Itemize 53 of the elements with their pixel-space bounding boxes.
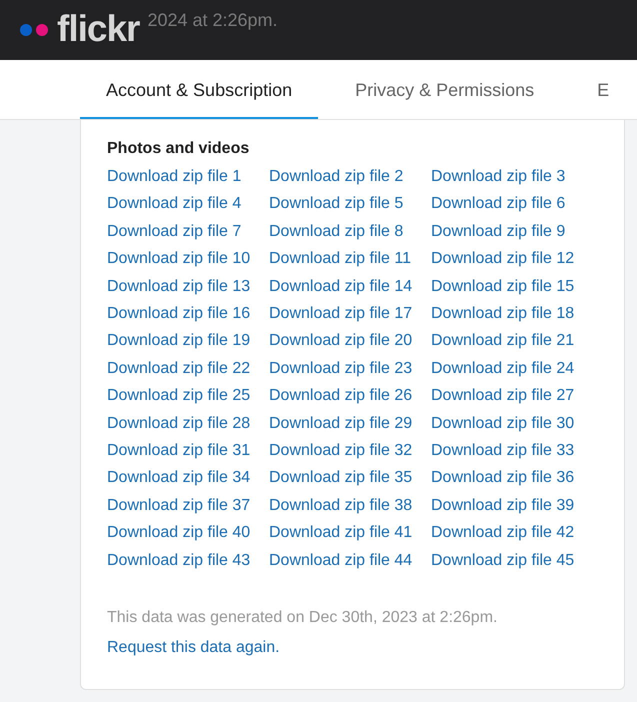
download-link[interactable]: Download zip file 10 — [107, 245, 250, 273]
download-link[interactable]: Download zip file 6 — [431, 190, 566, 218]
download-link[interactable]: Download zip file 25 — [107, 382, 250, 410]
download-link[interactable]: Download zip file 29 — [269, 410, 412, 438]
download-link[interactable]: Download zip file 35 — [269, 464, 412, 492]
download-link[interactable]: Download zip file 39 — [431, 492, 574, 520]
download-link[interactable]: Download zip file 1 — [107, 163, 242, 190]
download-link[interactable]: Download zip file 9 — [431, 218, 566, 246]
download-link[interactable]: Download zip file 45 — [431, 546, 574, 574]
download-link[interactable]: Download zip file 43 — [107, 546, 250, 574]
download-link[interactable]: Download zip file 5 — [269, 190, 404, 218]
download-link[interactable]: Download zip file 42 — [431, 519, 574, 547]
logo[interactable]: flickr — [57, 9, 140, 49]
download-link[interactable]: Download zip file 37 — [107, 492, 250, 520]
download-link[interactable]: Download zip file 22 — [107, 354, 250, 382]
download-link[interactable]: Download zip file 31 — [107, 437, 250, 464]
download-link[interactable]: Download zip file 16 — [107, 300, 250, 328]
download-link[interactable]: Download zip file 17 — [269, 300, 412, 328]
tab[interactable]: Privacy & Permissions — [329, 60, 560, 119]
section-heading: Photos and videos — [107, 139, 250, 159]
download-link[interactable]: Download zip file 12 — [431, 245, 574, 273]
download-link[interactable]: Download zip file 28 — [107, 410, 250, 438]
download-link[interactable]: Download zip file 41 — [269, 519, 412, 547]
download-link[interactable]: Download zip file 13 — [107, 272, 250, 300]
download-link[interactable]: Download zip file 38 — [269, 492, 412, 520]
download-link[interactable]: Download zip file 30 — [431, 410, 574, 438]
tab[interactable]: E — [571, 60, 636, 119]
download-link[interactable]: Download zip file 33 — [431, 437, 574, 464]
download-link[interactable]: Download zip file 34 — [107, 464, 250, 492]
download-link[interactable]: Download zip file 3 — [431, 163, 566, 190]
download-link[interactable]: Download zip file 40 — [107, 519, 250, 547]
download-link[interactable]: Download zip file 44 — [269, 546, 412, 574]
download-link[interactable]: Download zip file 8 — [269, 218, 404, 246]
generated-note: This data was generated on Dec 30th, 2023 at 2:26pm. Request this data again. — [107, 608, 498, 658]
download-link[interactable]: Download zip file 18 — [431, 300, 574, 328]
download-link[interactable]: Download zip file 15 — [431, 272, 574, 300]
download-link[interactable]: Download zip file 21 — [431, 327, 574, 355]
download-link[interactable]: Download zip file 20 — [269, 327, 412, 355]
download-link[interactable]: Download zip file 14 — [269, 272, 412, 300]
download-link[interactable]: Download zip file 4 — [107, 190, 242, 218]
date-text: 2024 at 2:26pm. — [147, 9, 278, 31]
download-link[interactable]: Download zip file 27 — [431, 382, 574, 410]
download-link[interactable]: Download zip file 19 — [107, 327, 250, 355]
download-link[interactable]: Download zip file 2 — [269, 163, 404, 190]
two-dot-icon — [20, 24, 48, 36]
download-link[interactable]: Download zip file 36 — [431, 464, 574, 492]
download-link[interactable]: Download zip file 32 — [269, 437, 412, 464]
download-link[interactable]: Download zip file 7 — [107, 218, 242, 246]
download-link[interactable]: Download zip file 11 — [269, 245, 412, 273]
download-link[interactable]: Download zip file 23 — [269, 354, 412, 382]
download-link[interactable]: Download zip file 26 — [269, 382, 412, 410]
request-link[interactable]: Request this data again. — [107, 639, 280, 656]
download-link[interactable]: Download zip file 24 — [431, 354, 574, 382]
